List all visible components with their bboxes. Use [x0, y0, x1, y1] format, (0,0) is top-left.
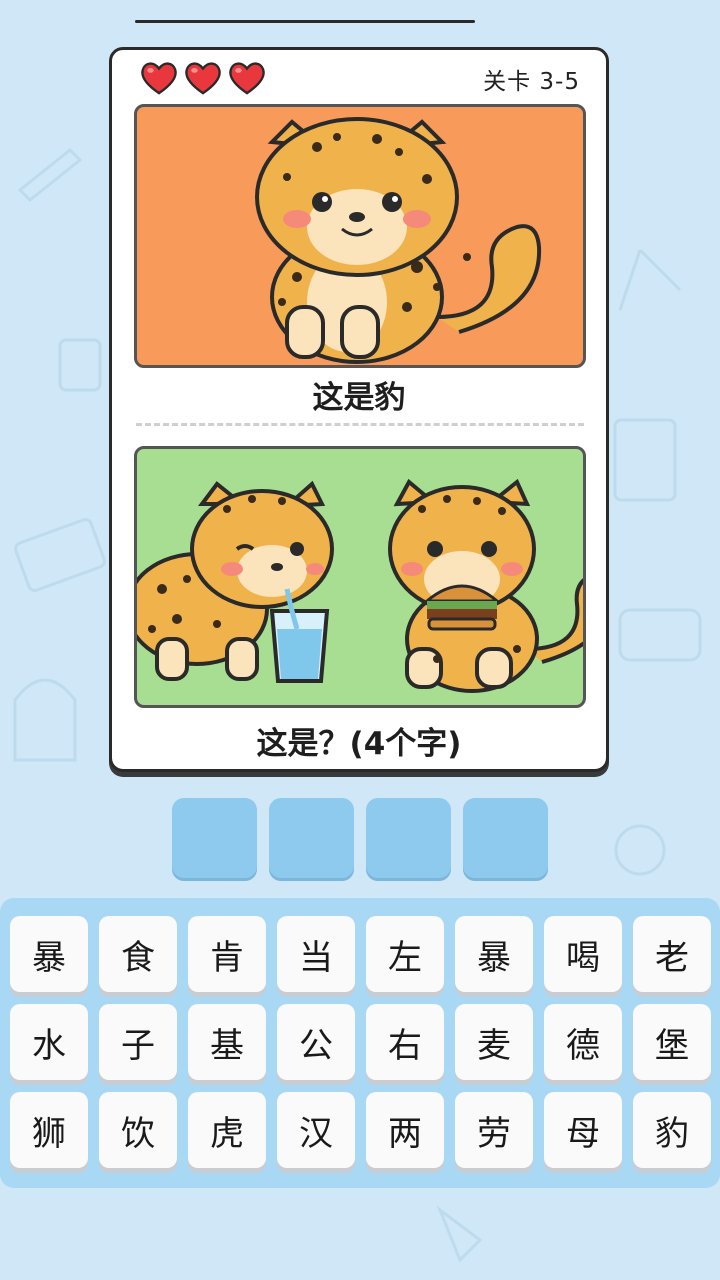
char-key[interactable]: 豹 [633, 1092, 711, 1168]
answer-slots [172, 798, 548, 881]
char-key[interactable]: 暴 [455, 916, 533, 992]
char-key[interactable]: 堡 [633, 1004, 711, 1080]
character-keyboard: 暴 食 肯 当 左 暴 喝 老 水 子 基 公 右 麦 德 堡 狮 饮 虎 汉 … [0, 898, 720, 1188]
question-card: 关卡 3-5 这是豹 这是？(4个字) [109, 47, 609, 772]
char-key[interactable]: 右 [366, 1004, 444, 1080]
char-key[interactable]: 子 [99, 1004, 177, 1080]
char-key[interactable]: 老 [633, 916, 711, 992]
top-divider-line [135, 20, 475, 23]
answer-slot-2[interactable] [269, 798, 354, 881]
char-key[interactable]: 公 [277, 1004, 355, 1080]
char-key[interactable]: 肯 [188, 916, 266, 992]
lives-indicator [140, 60, 266, 96]
char-key[interactable]: 左 [366, 916, 444, 992]
char-key[interactable]: 饮 [99, 1092, 177, 1168]
char-key[interactable]: 狮 [10, 1092, 88, 1168]
char-key[interactable]: 食 [99, 916, 177, 992]
char-key[interactable]: 劳 [455, 1092, 533, 1168]
char-key[interactable]: 两 [366, 1092, 444, 1168]
leopards-drinking-eating-illustration [137, 478, 583, 693]
heart-icon [185, 62, 221, 95]
answer-slot-4[interactable] [463, 798, 548, 881]
example-caption: 这是豹 [312, 380, 406, 416]
prompt-caption: 这是？(4个字) [256, 726, 462, 762]
level-label: 关卡 3-5 [483, 69, 580, 95]
char-key[interactable]: 暴 [10, 916, 88, 992]
leopard-sitting-illustration [255, 117, 542, 364]
char-key[interactable]: 水 [10, 1004, 88, 1080]
answer-slot-1[interactable] [172, 798, 257, 881]
answer-slot-3[interactable] [366, 798, 451, 881]
heart-icon [229, 62, 265, 95]
char-key[interactable]: 德 [544, 1004, 622, 1080]
char-key[interactable]: 汉 [277, 1092, 355, 1168]
char-key[interactable]: 喝 [544, 916, 622, 992]
char-key[interactable]: 基 [188, 1004, 266, 1080]
char-key[interactable]: 母 [544, 1092, 622, 1168]
prompt-image-panel [134, 446, 586, 708]
char-key[interactable]: 当 [277, 916, 355, 992]
example-image-panel [134, 104, 586, 368]
char-key[interactable]: 虎 [188, 1092, 266, 1168]
dashed-divider [136, 423, 584, 426]
character-key-grid: 暴 食 肯 当 左 暴 喝 老 水 子 基 公 右 麦 德 堡 狮 饮 虎 汉 … [10, 916, 711, 1168]
heart-icon [141, 62, 177, 95]
char-key[interactable]: 麦 [455, 1004, 533, 1080]
